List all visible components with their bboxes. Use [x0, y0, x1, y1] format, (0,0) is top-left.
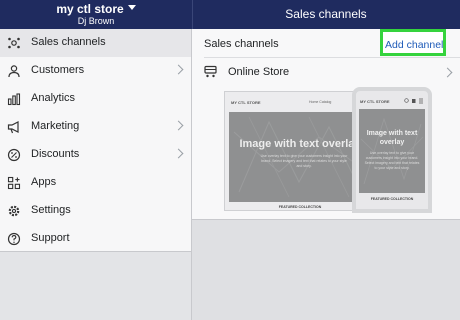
- sidebar-item-sales-channels[interactable]: Sales channels: [0, 29, 191, 57]
- apps-icon: [7, 176, 21, 190]
- divider: [204, 57, 460, 58]
- sidebar-item-label: Discounts: [31, 148, 80, 160]
- preview-hero-image: Image with text overlay Use overlay text…: [359, 109, 425, 193]
- sales-channels-icon: [8, 37, 20, 49]
- add-channel-label: Add channel: [385, 39, 444, 51]
- analytics-icon: [7, 93, 21, 106]
- marketing-icon: [7, 121, 19, 134]
- preview-store-label: MY CTL STORE: [231, 100, 261, 105]
- top-bar: my ctl store Dj Brown Sales channels: [0, 0, 460, 29]
- sidebar-item-label: Settings: [31, 204, 71, 216]
- sidebar-item-label: Apps: [31, 176, 57, 188]
- support-icon: [7, 232, 21, 246]
- chevron-right-icon: [173, 64, 184, 75]
- chevron-right-icon: [173, 120, 184, 131]
- channel-name: Online Store: [228, 66, 290, 78]
- sidebar: Sales channels Customers Analytics Marke…: [0, 29, 192, 320]
- sidebar-list: Sales channels Customers Analytics Marke…: [0, 29, 191, 251]
- sidebar-item-label: Customers: [31, 64, 85, 76]
- sidebar-divider: [0, 251, 191, 252]
- preview-featured-label: FEATURED COLLECTION: [370, 197, 414, 201]
- sidebar-item-apps[interactable]: Apps: [0, 169, 191, 197]
- search-cart-menu-icon: [404, 98, 423, 104]
- preview-hero-body: Use overlay text to give your customers …: [364, 151, 420, 170]
- preview-nav: Home Catalog: [309, 100, 332, 104]
- sidebar-item-discounts[interactable]: Discounts: [0, 141, 191, 169]
- user-name: Dj Brown: [77, 16, 115, 26]
- chevron-right-icon: [442, 67, 453, 78]
- store-switcher[interactable]: my ctl store: [0, 2, 192, 16]
- discounts-icon: [7, 148, 21, 162]
- sidebar-item-label: Analytics: [31, 92, 76, 104]
- sidebar-item-label: Sales channels: [31, 36, 106, 48]
- mobile-preview: MY CTL STORE Image with text overlay Use…: [352, 87, 432, 213]
- customers-icon: [8, 65, 20, 78]
- store-name: my ctl store: [56, 2, 124, 16]
- page-title: Sales channels: [285, 7, 367, 21]
- sales-channels-panel: Sales channels Add channel Online Store …: [192, 29, 460, 220]
- preview-hero-title: Image with text overlay: [366, 130, 418, 146]
- sidebar-item-label: Support: [31, 232, 70, 244]
- sidebar-item-customers[interactable]: Customers: [0, 57, 191, 85]
- sidebar-item-settings[interactable]: Settings: [0, 197, 191, 225]
- chevron-right-icon: [173, 148, 184, 159]
- theme-preview: MY CTL STORE Home Catalog Image with tex…: [224, 87, 450, 213]
- settings-icon: [8, 205, 20, 217]
- caret-down-icon: [127, 5, 136, 11]
- sidebar-item-label: Marketing: [31, 120, 80, 132]
- sidebar-item-analytics[interactable]: Analytics: [0, 85, 191, 113]
- sidebar-item-marketing[interactable]: Marketing: [0, 113, 191, 141]
- preview-hero-image: Image with text overlay Use overlay text…: [229, 112, 371, 202]
- preview-store-label: MY CTL STORE: [360, 99, 390, 104]
- preview-hero-title: Image with text overlay: [239, 138, 361, 150]
- add-channel-button[interactable]: Add channel: [380, 29, 446, 56]
- online-store-icon: [204, 65, 217, 78]
- section-title: Sales channels: [204, 38, 279, 50]
- preview-header-icons: [404, 98, 424, 106]
- sidebar-item-support[interactable]: Support: [0, 225, 191, 253]
- main-content: Sales channels Add channel Online Store …: [192, 29, 460, 320]
- preview-hero-body: Use overlay text to give your customers …: [260, 154, 348, 168]
